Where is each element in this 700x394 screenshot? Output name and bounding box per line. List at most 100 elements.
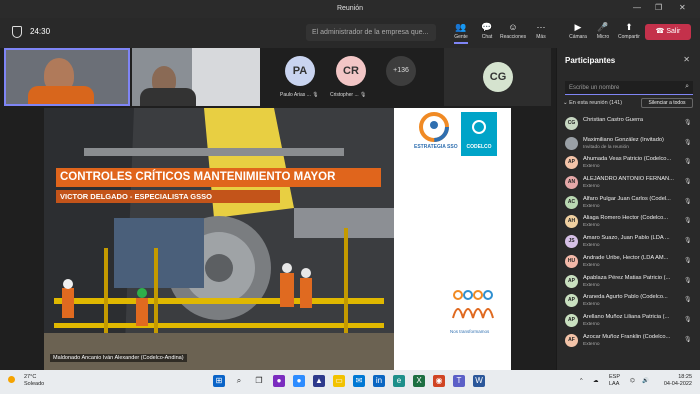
share-button[interactable]: ⬆ Compartir <box>616 22 642 40</box>
participant-status: Externo <box>583 243 600 249</box>
estrategia-sso-label: ESTRATEGIA SSO <box>414 144 458 150</box>
overflow-participants-button[interactable]: +136 <box>386 56 416 86</box>
participant-status: Externo <box>583 164 600 170</box>
mute-all-button[interactable]: Silenciar a todos <box>641 98 693 108</box>
tray-chevron-icon[interactable]: ^ <box>580 378 583 385</box>
chat-button[interactable]: 💬 Chat <box>474 22 500 40</box>
participant-name: Arellano Muñoz Liliana Patricia (... <box>583 313 670 320</box>
in-meeting-header[interactable]: ⌄ En esta reunión (141) <box>563 100 622 106</box>
avatar[interactable]: PA <box>285 56 315 86</box>
participant-list: CG Christian Castro Guerra 🎙 Maximiliano Go… <box>557 114 700 350</box>
avatar <box>565 136 578 150</box>
video-strip: PA Paulo Arias ... 🎙 CR Cristopher ... 🎙… <box>0 48 556 108</box>
volume-icon[interactable]: 🔊 <box>642 378 649 385</box>
participant-name: Amaro Suazo, Juan Pablo (LDA ... <box>583 235 670 242</box>
linkedin-icon[interactable]: in <box>373 375 385 387</box>
mail-icon[interactable]: ✉ <box>353 375 365 387</box>
transformamos-logo <box>449 288 499 328</box>
video-tile-self[interactable] <box>4 48 130 106</box>
reactions-button[interactable]: ☺ Reacciones <box>500 22 526 40</box>
people-icon: 👥 <box>455 22 467 32</box>
participant-status: Externo <box>583 262 600 268</box>
participant-list-item[interactable]: AP Apablaza Pérez Matias Patricio (... Ext… <box>557 272 700 292</box>
search-icon[interactable]: ⌕ <box>233 375 245 387</box>
search-icon: ⌕ <box>685 83 689 90</box>
participant-list-item[interactable]: AF Azocar Muñoz Franklin (Codelco... Exter… <box>557 331 700 351</box>
avatar: AH <box>565 215 578 229</box>
minimize-icon[interactable]: — <box>633 3 641 12</box>
estrategia-sso-logo <box>414 112 454 146</box>
participant-list-item[interactable]: CG Christian Castro Guerra 🎙 <box>557 114 700 134</box>
sun-icon <box>8 376 15 383</box>
camera-off-icon: ▶ <box>574 22 582 32</box>
participant-list-item[interactable]: AC Alfaro Pulgar Juan Carlos (Codel... Ext… <box>557 193 700 213</box>
avatar[interactable]: CR <box>336 56 366 86</box>
avatar: AP <box>565 294 578 308</box>
teams-icon[interactable]: T <box>453 375 465 387</box>
participant-status: Externo <box>583 203 600 209</box>
participant-body <box>140 88 196 106</box>
participant-name: Christian Castro Guerra <box>583 117 644 123</box>
participant-list-item[interactable]: AP Ahumada Veas Patricio (Codelco... Exter… <box>557 153 700 173</box>
mic-off-icon: 🎙 <box>684 159 692 166</box>
task-view-icon[interactable]: ❐ <box>253 375 265 387</box>
app-icon[interactable]: ▲ <box>313 375 325 387</box>
window-background <box>192 48 260 106</box>
mic-off-icon: 🎙 <box>684 297 692 304</box>
mic-off-icon: 🎙 <box>684 198 692 205</box>
participant-name: Apablaza Pérez Matias Patricio (... <box>583 274 671 281</box>
chat-app-icon[interactable]: ● <box>273 375 285 387</box>
people-button[interactable]: 👥 Gente <box>448 22 474 44</box>
close-icon[interactable]: ✕ <box>683 55 690 64</box>
slide-title: CONTROLES CRÍTICOS MANTENIMIENTO MAYOR <box>56 168 381 187</box>
codelco-logo: CODELCO <box>461 112 497 156</box>
weather-widget[interactable]: 27°C Soleado <box>8 374 44 388</box>
participant-list-item[interactable]: AH Aliaga Romero Hector (Codelco... Extern… <box>557 212 700 232</box>
participant-list-item[interactable]: AP Arellano Muñoz Liliana Patricia (... Ex… <box>557 311 700 331</box>
mic-off-icon: 🎙 <box>684 139 692 146</box>
admin-notice[interactable]: El administrador de la empresa que... <box>306 24 436 41</box>
presenter-label: Maldonado Ancanio Iván Alexander (Codelc… <box>50 354 187 362</box>
participant-search-input[interactable]: Escribe un nombre ⌕ <box>565 81 693 95</box>
participant-status: Externo <box>583 321 600 327</box>
mic-off-icon: 🎤 <box>597 22 609 32</box>
language-indicator[interactable]: ESP LAA <box>609 374 620 388</box>
participant-name: Azocar Muñoz Franklin (Codelco... <box>583 333 671 340</box>
participant-list-item[interactable]: Maximiliano González (Invitado) Invitado … <box>557 134 700 154</box>
window-title: Reunión <box>336 5 364 12</box>
video-tile-participant[interactable] <box>132 48 260 106</box>
camera-button[interactable]: ▶ Cámara <box>565 22 591 40</box>
participants-panel: Participantes ✕ Escribe un nombre ⌕ ⌄ En … <box>556 48 700 370</box>
windows-taskbar: 27°C Soleado ⊞ ⌕ ❐ ● ● ▲ ▭ ✉ in e X ◉ T … <box>0 370 700 394</box>
avatar: AP <box>565 274 578 288</box>
participant-list-item[interactable]: HU Andrade Uribe, Hector (LDA AM... Extern… <box>557 252 700 272</box>
close-window-icon[interactable]: ✕ <box>679 3 686 12</box>
maximize-icon[interactable]: ❐ <box>655 3 662 12</box>
mic-off-icon: 🎙 <box>684 257 692 264</box>
codelco-emblem <box>472 120 486 134</box>
participant-name: Paulo Arias ... 🎙 <box>280 92 319 98</box>
file-explorer-icon[interactable]: ▭ <box>333 375 345 387</box>
participant-list-item[interactable]: AN ALEJANDRO ANTONIO FERNAN... Externo 🎙 <box>557 173 700 193</box>
more-button[interactable]: ··· Más <box>528 22 554 40</box>
wifi-icon[interactable]: ☁ <box>593 378 599 385</box>
mic-off-icon: 🎙 <box>684 336 692 343</box>
participant-name: ALEJANDRO ANTONIO FERNAN... <box>583 176 674 183</box>
start-icon[interactable]: ⊞ <box>213 375 225 387</box>
logo-panel: ESTRATEGIA SSO CODELCO Nos transformamos <box>394 108 511 370</box>
zoom-icon[interactable]: ● <box>293 375 305 387</box>
mic-button[interactable]: 🎤 Micro <box>590 22 616 40</box>
leave-button[interactable]: ☎ Salir <box>645 24 691 40</box>
video-tile-participant[interactable]: CG <box>444 48 551 106</box>
network-icon[interactable]: ⌬ <box>630 378 635 385</box>
word-icon[interactable]: W <box>473 375 485 387</box>
avatar: CG <box>483 62 513 92</box>
edge-icon[interactable]: e <box>393 375 405 387</box>
chrome-icon[interactable]: ◉ <box>433 375 445 387</box>
excel-icon[interactable]: X <box>413 375 425 387</box>
participant-list-item[interactable]: AP Araneda Agurto Pablo (Codelco... Extern… <box>557 291 700 311</box>
clock[interactable]: 18:25 04-04-2022 <box>660 374 692 388</box>
participant-list-item[interactable]: JS Amaro Suazo, Juan Pablo (LDA ... Extern… <box>557 232 700 252</box>
participant-name: Alfaro Pulgar Juan Carlos (Codel... <box>583 195 671 202</box>
participant-status: Externo <box>583 341 600 347</box>
